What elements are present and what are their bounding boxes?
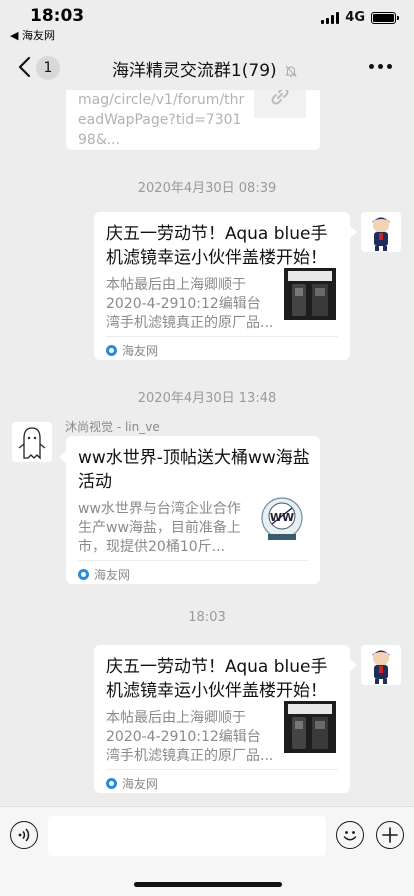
source-logo-icon xyxy=(78,569,89,580)
plus-icon xyxy=(382,827,398,843)
voice-button[interactable] xyxy=(10,821,38,849)
card-title: 庆五一劳动节！Aqua blue手机滤镜幸运小伙伴盖楼开始！ xyxy=(106,224,328,268)
link-icon xyxy=(271,90,289,105)
status-time: 18:03 xyxy=(30,6,85,26)
card-description: ww水世界与台湾企业合作生产ww海盐，目前准备上市，现提供20桶10斤... xyxy=(78,501,241,555)
chat-area[interactable]: https://app.cmfish.com/mag/circle/v1/for… xyxy=(0,90,414,806)
card-source: 海友网 xyxy=(106,775,158,792)
emoji-icon xyxy=(343,831,357,841)
bubble-tail xyxy=(59,451,66,463)
card-source: 海友网 xyxy=(78,566,130,583)
unread-badge[interactable]: 1 xyxy=(36,56,60,80)
product-thumbnail xyxy=(284,268,336,320)
back-to-app-link[interactable]: ◀ 海友网 xyxy=(10,27,55,43)
status-bar: 18:03 ◀ 海友网 4G xyxy=(0,0,414,44)
network-label: 4G xyxy=(345,10,365,25)
source-name: 海友网 xyxy=(94,568,131,582)
my-avatar[interactable] xyxy=(361,645,401,685)
message-input[interactable] xyxy=(48,816,326,856)
signal-icon xyxy=(321,11,340,24)
card-description: 本帖最后由上海卿顺于2020-4-2910:12编辑台湾手机滤镜真正的原厂品..… xyxy=(106,277,274,331)
card-divider xyxy=(106,336,338,337)
battery-icon xyxy=(371,11,399,24)
timestamp: 18:03 xyxy=(188,610,226,625)
timestamp: 2020年4月30日 13:48 xyxy=(137,391,277,406)
mute-bell-icon xyxy=(285,65,297,77)
source-logo-icon xyxy=(106,778,117,789)
card-title: ww水世界-顶帖送大桶ww海盐活动 xyxy=(78,448,310,492)
card-description: 本帖最后由上海卿顺于2020-4-2910:12编辑台湾手机滤镜真正的原厂品..… xyxy=(106,710,274,764)
card-source: 海友网 xyxy=(106,342,158,359)
sender-name: 沐尚视觉 - lin_ve xyxy=(65,420,160,434)
link-text: https://app.cmfish.com/mag/circle/v1/for… xyxy=(78,92,245,148)
chevron-left-icon[interactable] xyxy=(14,53,36,81)
chat-title: 海洋精灵交流群1(79) xyxy=(111,61,277,81)
home-indicator[interactable] xyxy=(134,882,282,887)
card-title: 庆五一劳动节！Aqua blue手机滤镜幸运小伙伴盖楼开始！ xyxy=(106,657,328,701)
my-avatar[interactable] xyxy=(361,212,401,252)
chat-title-wrap: 海洋精灵交流群1(79) xyxy=(70,56,340,81)
emoji-button[interactable] xyxy=(336,821,364,849)
bubble-tail xyxy=(350,659,357,671)
more-functions-button[interactable] xyxy=(376,821,404,849)
source-name: 海友网 xyxy=(122,344,159,358)
link-thumbnail xyxy=(254,90,306,118)
sender-avatar[interactable] xyxy=(12,422,52,462)
status-indicators: 4G xyxy=(321,10,399,25)
card-divider xyxy=(106,769,338,770)
card-divider xyxy=(78,560,308,561)
brand-logo-thumbnail: WW xyxy=(256,494,308,546)
product-thumbnail xyxy=(284,701,336,753)
source-name: 海友网 xyxy=(122,777,159,791)
more-dots-icon[interactable] xyxy=(369,64,392,69)
timestamp: 2020年4月30日 08:39 xyxy=(137,181,277,196)
link-bubble[interactable]: https://app.cmfish.com/mag/circle/v1/for… xyxy=(66,90,320,150)
voice-icon xyxy=(18,828,30,842)
nav-bar: 1 海洋精灵交流群1(79) xyxy=(0,44,414,90)
bubble-tail xyxy=(350,226,357,238)
shared-article-card[interactable]: 庆五一劳动节！Aqua blue手机滤镜幸运小伙伴盖楼开始！ 本帖最后由上海卿顺… xyxy=(94,212,350,360)
source-logo-icon xyxy=(106,345,117,356)
shared-article-card[interactable]: ww水世界-顶帖送大桶ww海盐活动 ww水世界与台湾企业合作生产ww海盐，目前准… xyxy=(66,436,320,584)
shared-article-card[interactable]: 庆五一劳动节！Aqua blue手机滤镜幸运小伙伴盖楼开始！ 本帖最后由上海卿顺… xyxy=(94,645,350,793)
